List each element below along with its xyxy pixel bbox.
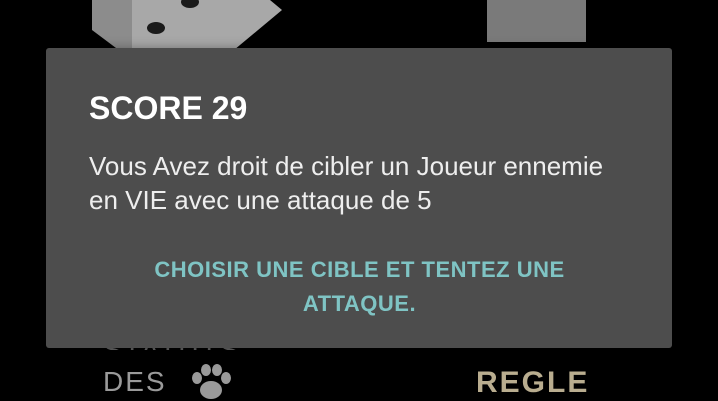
menu-tile[interactable]	[487, 0, 586, 42]
choose-target-button[interactable]: CHOISIR UNE CIBLE ET TENTEZ UNE ATTAQUE.	[125, 253, 595, 321]
paw-icon[interactable]	[187, 362, 235, 401]
dialog-message: Vous Avez droit de cibler un Joueur enne…	[89, 151, 604, 215]
des-label[interactable]: DES	[103, 367, 167, 397]
score-dialog: SCORE 29 Vous Avez droit de cibler un Jo…	[46, 48, 672, 348]
regle-button[interactable]: REGLE	[476, 365, 589, 401]
game-screen: STATUTS DES REGLE SCORE 29 Vous Avez dro…	[0, 0, 718, 401]
dialog-title: SCORE 29	[89, 90, 248, 126]
